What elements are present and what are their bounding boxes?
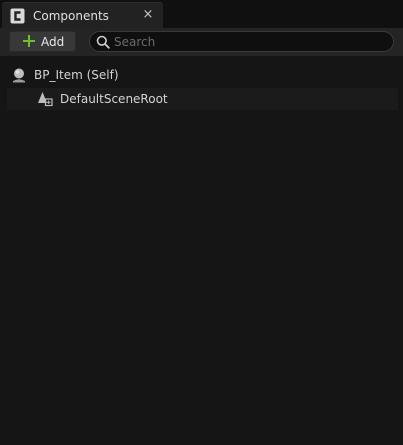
- search-box[interactable]: [89, 31, 394, 52]
- add-button-label: Add: [41, 35, 65, 49]
- tab-label: Components: [33, 9, 109, 23]
- components-icon: [10, 8, 25, 24]
- tab-components[interactable]: Components ×: [2, 2, 163, 28]
- close-icon[interactable]: ×: [142, 8, 154, 22]
- tree-item-self[interactable]: BP_Item (Self): [7, 64, 398, 86]
- plus-icon: [23, 35, 35, 47]
- tree-item-label: DefaultSceneRoot: [60, 92, 168, 106]
- toolbar: Add: [0, 28, 403, 56]
- tab-strip: Components ×: [0, 0, 403, 28]
- search-icon: [96, 35, 110, 49]
- components-panel: Components × Add BP_Item: [0, 0, 403, 445]
- add-component-button[interactable]: Add: [9, 31, 76, 52]
- tree-item-label: BP_Item (Self): [34, 68, 119, 82]
- actor-sphere-icon: [13, 68, 25, 83]
- component-tree: BP_Item (Self) DefaultSceneRoot: [0, 56, 403, 445]
- tree-item-default-scene-root[interactable]: DefaultSceneRoot: [7, 88, 398, 110]
- scene-root-icon: [38, 92, 53, 107]
- search-input[interactable]: [114, 33, 384, 50]
